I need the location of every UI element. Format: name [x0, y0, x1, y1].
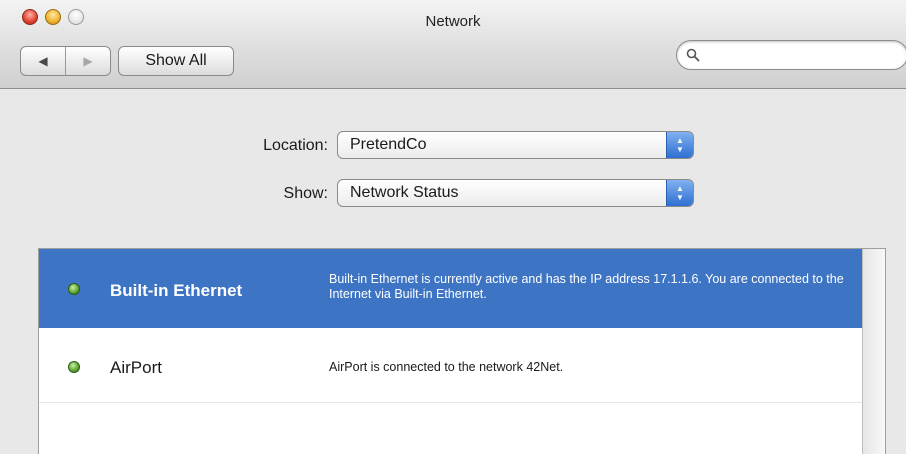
search-input[interactable]: [705, 45, 899, 67]
network-preferences-window: Network ◀ ▶ Show All Location: PretendCo…: [0, 0, 906, 454]
service-name: AirPort: [110, 358, 162, 377]
popup-arrows-icon: ▲ ▼: [666, 180, 693, 206]
forward-button[interactable]: ▶: [65, 47, 110, 75]
back-button[interactable]: ◀: [21, 47, 65, 75]
show-value: Network Status: [350, 184, 459, 201]
network-status-list: Built-in Ethernet Built-in Ethernet is c…: [38, 248, 886, 454]
search-field[interactable]: [676, 40, 906, 70]
location-label: Location:: [263, 137, 328, 154]
popup-arrows-icon: ▲ ▼: [666, 132, 693, 158]
service-row-airport[interactable]: AirPort AirPort is connected to the netw…: [39, 328, 864, 403]
status-light-icon: [68, 361, 80, 373]
service-name: Built-in Ethernet: [110, 281, 243, 300]
service-row-built-in-ethernet[interactable]: Built-in Ethernet Built-in Ethernet is c…: [39, 249, 864, 328]
location-value: PretendCo: [350, 136, 427, 153]
service-description: Built-in Ethernet is currently active an…: [329, 272, 844, 301]
show-popup[interactable]: Network Status ▲ ▼: [337, 179, 694, 207]
show-label: Show:: [283, 185, 328, 202]
search-icon: [686, 48, 700, 62]
location-popup[interactable]: PretendCo ▲ ▼: [337, 131, 694, 159]
list-scrollbar[interactable]: [862, 249, 885, 454]
title-bar: Network ◀ ▶ Show All: [0, 0, 906, 89]
back-forward-control: ◀ ▶: [20, 46, 111, 76]
window-title: Network: [425, 13, 481, 30]
forward-arrow-icon: ▶: [83, 54, 93, 68]
status-light-icon: [68, 283, 80, 295]
back-arrow-icon: ◀: [38, 54, 48, 68]
service-description: AirPort is connected to the network 42Ne…: [329, 360, 564, 374]
show-all-button[interactable]: Show All: [118, 46, 234, 76]
